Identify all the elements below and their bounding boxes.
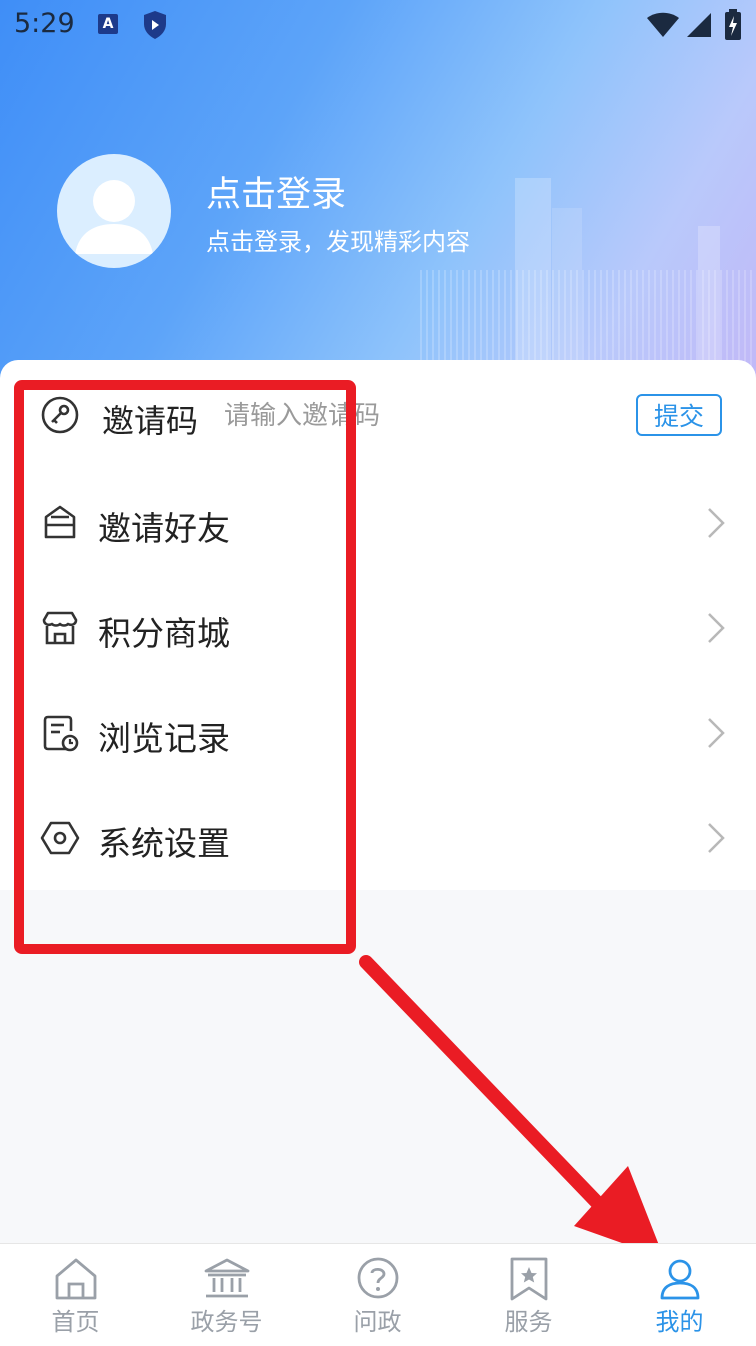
nav-item-services[interactable]: 服务 xyxy=(453,1244,604,1346)
history-icon xyxy=(43,715,79,752)
chevron-right-icon xyxy=(708,613,725,643)
nav-item-mine[interactable]: 我的 xyxy=(604,1244,755,1346)
submit-button[interactable]: 提交 xyxy=(636,394,722,436)
key-icon xyxy=(41,396,79,434)
envelope-icon xyxy=(44,505,76,539)
menu-item-label: 邀请好友 xyxy=(98,509,230,548)
nav-label: 首页 xyxy=(51,1308,100,1336)
nav-item-government[interactable]: 政务号 xyxy=(151,1244,302,1346)
status-bar: 5:29 A xyxy=(0,0,756,50)
nav-label: 我的 xyxy=(655,1308,704,1336)
nav-label: 问政 xyxy=(353,1308,402,1336)
battery-charging-icon xyxy=(725,9,741,40)
home-icon xyxy=(55,1258,96,1300)
menu-item-browse-history[interactable]: 浏览记录 xyxy=(0,680,756,785)
nav-label: 服务 xyxy=(504,1308,553,1336)
chevron-right-icon xyxy=(708,508,725,538)
nav-item-home[interactable]: 首页 xyxy=(0,1244,151,1346)
question-icon xyxy=(357,1257,398,1299)
government-icon xyxy=(204,1258,249,1298)
menu-item-points-mall[interactable]: 积分商城 xyxy=(0,575,756,680)
wifi-icon xyxy=(647,12,679,37)
nav-item-ask[interactable]: 问政 xyxy=(302,1244,453,1346)
bookmark-star-icon xyxy=(510,1257,547,1301)
menu-item-system-settings[interactable]: 系统设置 xyxy=(0,785,756,890)
chevron-right-icon xyxy=(708,718,725,748)
avatar[interactable] xyxy=(57,154,171,268)
bottom-navigation: 首页 政务号 问政 服务 我的 xyxy=(0,1243,756,1346)
decorative-lines xyxy=(420,270,756,370)
store-icon xyxy=(42,611,78,645)
settings-icon xyxy=(40,821,80,855)
invite-code-label: 邀请码 xyxy=(102,402,199,440)
menu-item-label: 积分商城 xyxy=(98,614,230,653)
invite-code-input[interactable] xyxy=(224,398,524,434)
login-subtitle: 点击登录，发现精彩内容 xyxy=(206,228,470,256)
signal-icon xyxy=(687,13,711,37)
menu-item-label: 浏览记录 xyxy=(98,719,230,758)
chevron-right-icon xyxy=(708,823,725,853)
user-avatar-icon xyxy=(75,180,153,254)
user-icon xyxy=(660,1259,699,1300)
app-a-icon: A xyxy=(98,14,118,34)
status-time: 5:29 xyxy=(14,8,75,39)
nav-label: 政务号 xyxy=(190,1308,263,1336)
login-title[interactable]: 点击登录 xyxy=(206,166,346,217)
menu-item-label: 系统设置 xyxy=(98,824,230,863)
shield-icon xyxy=(144,11,166,39)
menu-item-invite-friends[interactable]: 邀请好友 xyxy=(0,470,756,575)
